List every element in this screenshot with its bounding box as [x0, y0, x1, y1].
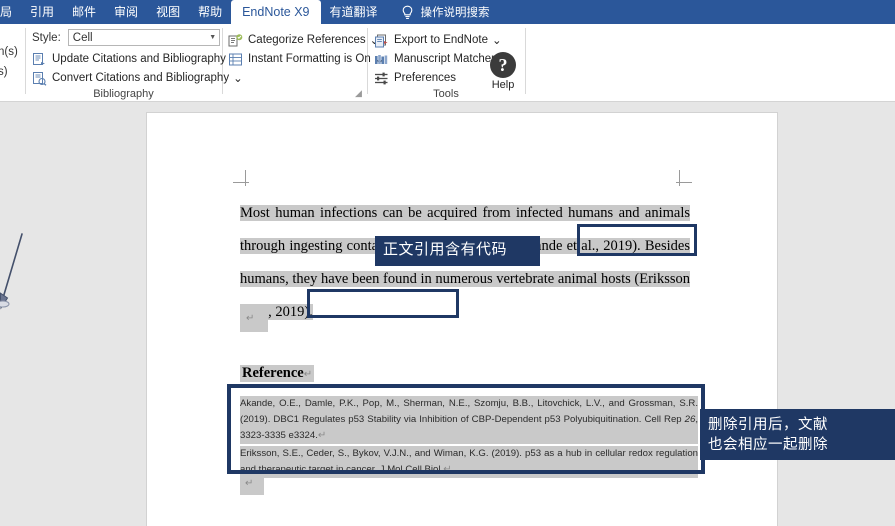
- update-citations-and-bibliography-button[interactable]: Update Citations and Bibliography: [32, 50, 226, 68]
- reference-2-text-a: Eriksson, S.E., Ceder, S., Bykov, V.J.N.…: [240, 448, 698, 475]
- preferences-button[interactable]: Preferences: [374, 69, 456, 87]
- ribbon-body: n(s) s) Style: Cell ▼ Update Citations a…: [0, 24, 895, 102]
- empty-paragraph-mark-2: ↵: [240, 473, 264, 495]
- update-citations-label: Update Citations and Bibliography: [52, 53, 226, 65]
- reference-entry-1[interactable]: Akande, O.E., Damle, P.K., Pop, M., Sher…: [240, 396, 698, 444]
- pointer-arrow-icon: [0, 230, 30, 320]
- tell-me-search[interactable]: 操作说明搜索: [401, 0, 490, 24]
- instant-formatting-button[interactable]: Instant Formatting is On ⌄: [228, 50, 384, 68]
- reference-heading-pilcrow: ↵: [303, 369, 313, 380]
- convert-citations-and-bibliography-button[interactable]: Convert Citations and Bibliography ⌄: [32, 69, 243, 87]
- tab-layout[interactable]: 局: [0, 0, 21, 24]
- tab-help[interactable]: 帮助: [189, 0, 231, 24]
- instant-formatting-icon: [228, 52, 243, 67]
- tab-references[interactable]: 引用: [21, 0, 63, 24]
- callout-delete-reference: 删除引用后，文献 也会相应一起删除: [700, 409, 895, 460]
- tab-endnote-x9[interactable]: EndNote X9: [231, 0, 321, 24]
- reference-2-pilcrow: ↵: [443, 464, 452, 475]
- manuscript-matcher-icon: [374, 52, 389, 67]
- ribbon-tab-bar: 局 引用 邮件 审阅 视图 帮助 EndNote X9 有道翻译 操作说明搜索: [0, 0, 895, 24]
- tab-youdao-translate[interactable]: 有道翻译: [321, 0, 387, 24]
- manuscript-matcher-button[interactable]: Manuscript Matcher: [374, 50, 495, 68]
- empty-paragraph-mark-1: ↵: [240, 306, 268, 332]
- callout-delete-line-1: 删除引用后，文献: [708, 417, 828, 433]
- export-to-endnote-label: Export to EndNote: [394, 34, 488, 46]
- bibliography-dialog-launcher[interactable]: ◢: [355, 89, 362, 98]
- group-separator-right: [525, 28, 526, 94]
- style-row: Style: Cell ▼: [32, 29, 220, 46]
- clipped-label-2: s): [0, 66, 8, 78]
- paragraph-text-part-3: .: [309, 304, 313, 320]
- reference-heading: Reference↵: [240, 365, 315, 382]
- update-citations-icon: [32, 52, 47, 67]
- tab-mailings[interactable]: 邮件: [63, 0, 105, 24]
- export-to-endnote-button[interactable]: Export to EndNote ⌄: [374, 31, 502, 49]
- categorize-references-icon: [228, 33, 243, 48]
- clipped-label-1: n(s): [0, 46, 18, 58]
- tab-review[interactable]: 审阅: [105, 0, 147, 24]
- group-separator-left: [25, 28, 26, 94]
- style-label: Style:: [32, 31, 61, 44]
- document-page[interactable]: Most human infections can be acquired fr…: [147, 113, 777, 526]
- tell-me-label: 操作说明搜索: [420, 7, 490, 19]
- reference-1-pilcrow: ↵: [317, 430, 327, 441]
- reference-1-volume: 26: [684, 414, 696, 425]
- export-to-endnote-dropdown-arrow[interactable]: ⌄: [492, 33, 502, 47]
- reference-1-text-a: Akande, O.E., Damle, P.K., Pop, M., Sher…: [240, 398, 698, 425]
- convert-citations-dropdown-arrow[interactable]: ⌄: [233, 71, 243, 85]
- chevron-down-icon[interactable]: ▼: [207, 34, 219, 41]
- margin-mark-top-left: [233, 170, 249, 186]
- tools-group-label: Tools: [433, 88, 459, 100]
- convert-citations-label: Convert Citations and Bibliography: [52, 72, 230, 84]
- help-button[interactable]: ? Help: [484, 52, 522, 91]
- categorize-references-label: Categorize References: [248, 34, 366, 46]
- manuscript-matcher-label: Manuscript Matcher: [394, 53, 495, 65]
- help-icon: ?: [490, 52, 516, 78]
- callout-delete-line-2: 也会相应一起删除: [708, 437, 828, 453]
- categorize-references-button[interactable]: Categorize References ⌄: [228, 31, 379, 49]
- reference-list[interactable]: Akande, O.E., Damle, P.K., Pop, M., Sher…: [240, 396, 698, 478]
- tab-view[interactable]: 视图: [147, 0, 189, 24]
- instant-formatting-label: Instant Formatting is On: [248, 53, 371, 65]
- reference-heading-text: Reference: [242, 365, 304, 381]
- style-combobox[interactable]: Cell ▼: [67, 29, 220, 46]
- bibliography-group-label: Bibliography: [93, 88, 154, 100]
- preferences-icon: [374, 71, 389, 86]
- style-value: Cell: [72, 31, 93, 44]
- document-workspace[interactable]: Most human infections can be acquired fr…: [0, 102, 895, 526]
- reference-entry-2[interactable]: Eriksson, S.E., Ceder, S., Bykov, V.J.N.…: [240, 446, 698, 478]
- margin-mark-top-right: [676, 170, 692, 186]
- preferences-label: Preferences: [394, 72, 457, 84]
- lightbulb-icon: [401, 5, 414, 20]
- callout-citation-code: 正文引用含有代码: [375, 236, 540, 266]
- export-to-endnote-icon: [374, 33, 389, 48]
- convert-citations-icon: [32, 71, 47, 86]
